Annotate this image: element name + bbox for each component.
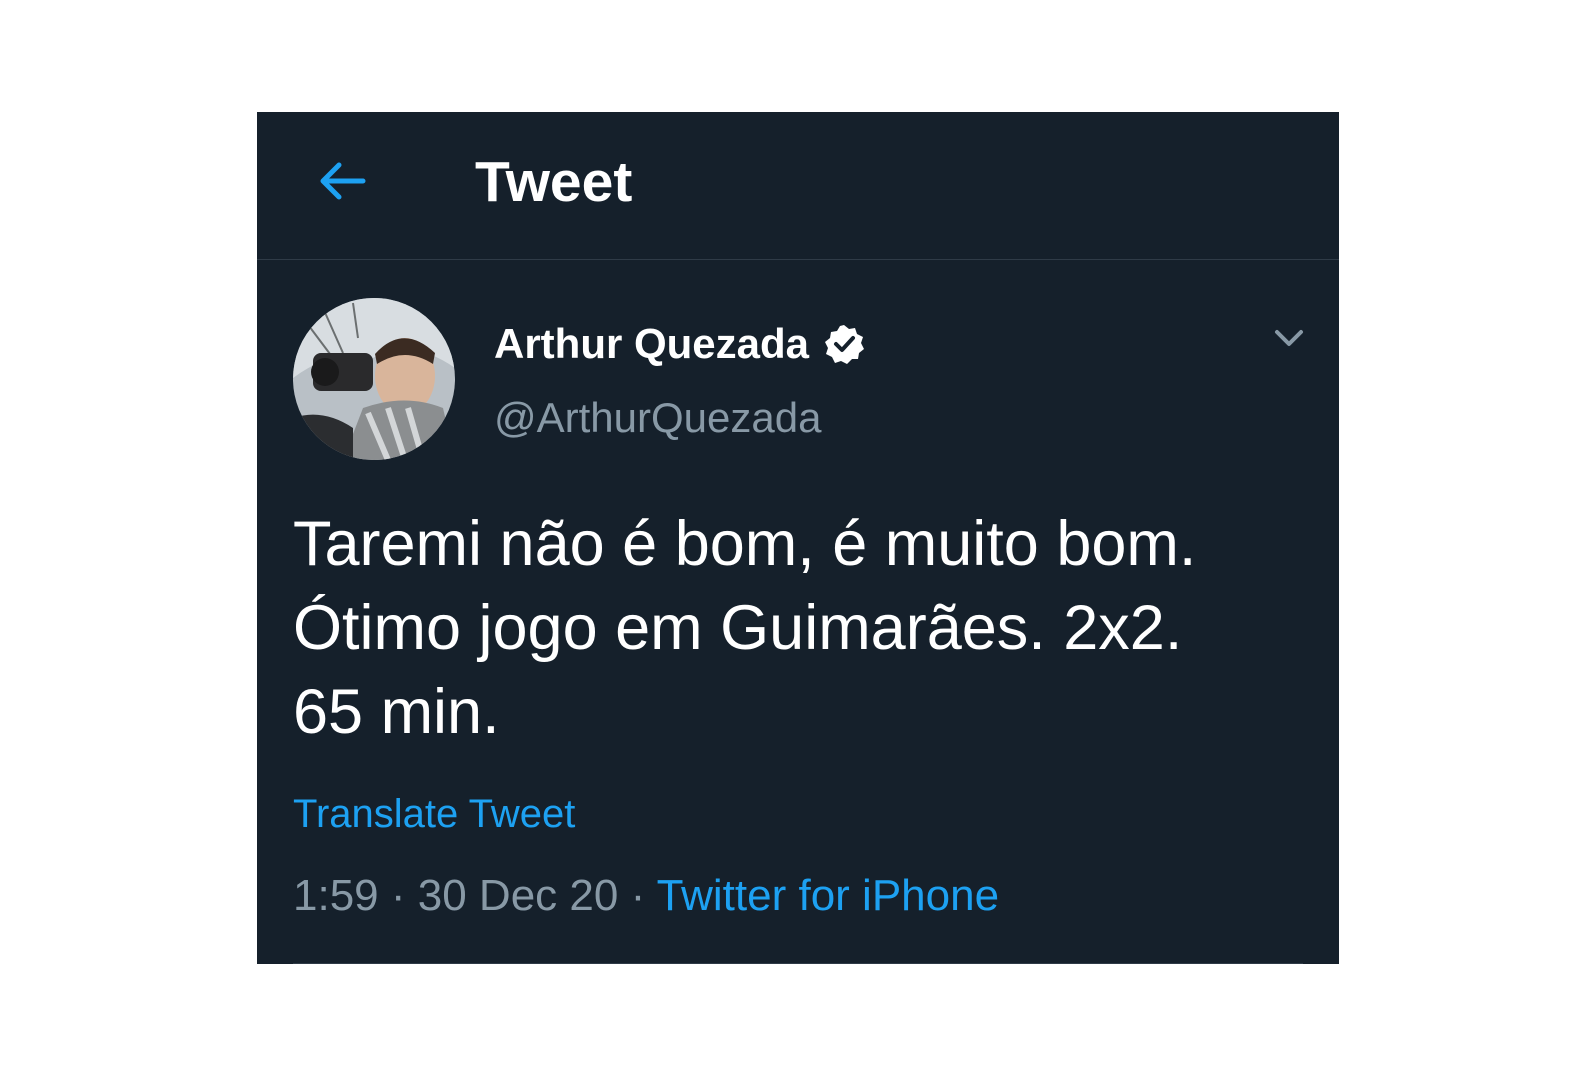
chevron-down-icon <box>1269 318 1309 358</box>
tweet-text-line: Taremi não é bom, é muito bom. <box>293 509 1197 579</box>
tweet-date: 30 Dec 20 <box>417 871 619 920</box>
tweet-screen: Tweet Arthur Quezada @ArthurQuezada Tare… <box>257 112 1339 964</box>
tweet-text-line: Ótimo jogo em Guimarães. 2x2. <box>293 593 1183 663</box>
author-display-name: Arthur Quezada <box>494 320 810 367</box>
meta-separator: · <box>630 871 646 920</box>
author-handle[interactable]: @ArthurQuezada <box>494 390 821 446</box>
tweet-source-link[interactable]: Twitter for iPhone <box>657 871 999 920</box>
avatar[interactable] <box>293 298 455 460</box>
back-button[interactable] <box>311 150 373 212</box>
divider <box>293 963 1303 964</box>
arrow-left-icon <box>311 150 373 212</box>
top-bar: Tweet <box>257 112 1339 260</box>
verified-badge-icon <box>823 323 865 365</box>
tweet-text: Taremi não é bom, é muito bom. Ótimo jog… <box>293 502 1303 754</box>
page: Tweet Arthur Quezada @ArthurQuezada Tare… <box>0 0 1594 1072</box>
tweet-time: 1:59 <box>293 871 379 920</box>
tweet-menu-button[interactable] <box>1269 318 1309 358</box>
tweet-text-line: 65 min. <box>293 677 500 747</box>
author-name-row[interactable]: Arthur Quezada <box>494 316 865 372</box>
meta-separator: · <box>390 871 406 920</box>
page-title: Tweet <box>475 150 633 214</box>
translate-tweet-link[interactable]: Translate Tweet <box>293 788 575 840</box>
tweet-meta: 1:59 · 30 Dec 20 · Twitter for iPhone <box>293 868 999 924</box>
